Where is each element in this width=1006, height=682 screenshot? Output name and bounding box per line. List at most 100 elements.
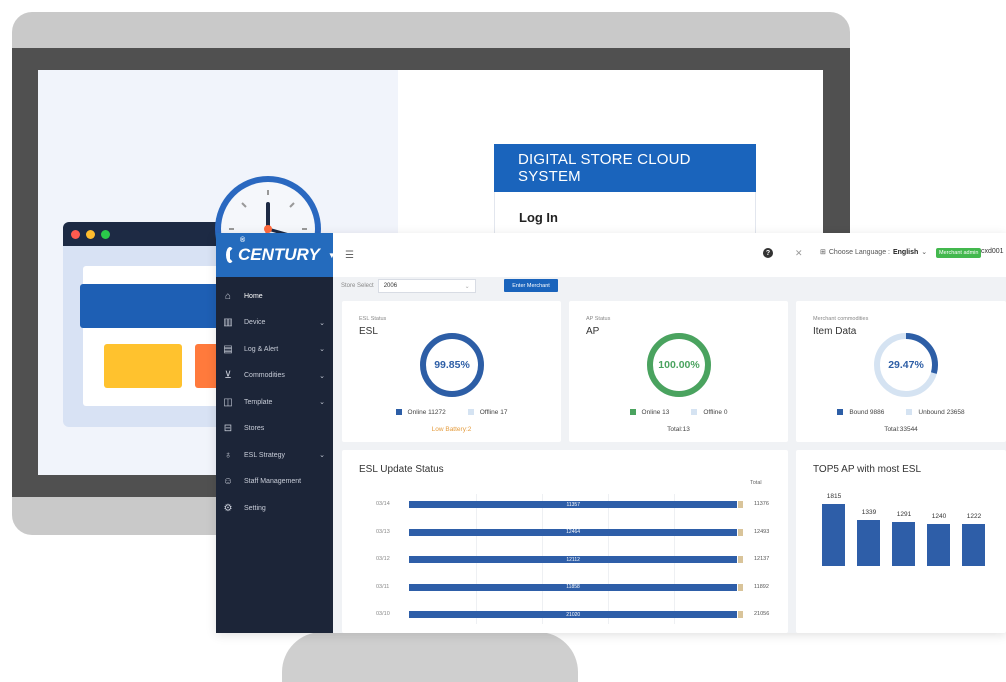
century-logo-icon xyxy=(226,247,234,263)
update-bar: 21020 xyxy=(409,611,738,618)
language-icon: ⊞ xyxy=(820,249,826,256)
sidebar-item-label: Device xyxy=(244,319,266,327)
top5-bar xyxy=(962,524,985,566)
red-dot-icon xyxy=(71,229,80,239)
table-row: 03/12 12112 12137 xyxy=(342,555,788,564)
device-icon: ▥ xyxy=(223,317,233,329)
sidebar-item-device[interactable]: ▥ Device ⌄ xyxy=(216,310,333,337)
role-badge: Merchant admin xyxy=(936,248,982,258)
legend-online: Online 13 xyxy=(629,409,669,416)
legend-online: Online 11272 xyxy=(395,409,446,416)
sidebar-item-label: Home xyxy=(244,292,263,300)
update-total: 11376 xyxy=(754,501,769,507)
store-icon: ⊟ xyxy=(223,423,233,435)
template-icon: ◫ xyxy=(223,396,233,408)
close-icon[interactable]: ✕ xyxy=(795,248,803,259)
store-select-dropdown[interactable]: 2006 ⌄ xyxy=(377,279,476,293)
chevron-down-icon: ⌄ xyxy=(319,372,325,380)
sidebar-item-commodities[interactable]: ⊻ Commodities ⌄ xyxy=(216,363,333,390)
chevron-down-icon: ⌄ xyxy=(319,346,325,354)
table-row: 03/10 21020 21056 xyxy=(342,610,788,619)
card-title: AP xyxy=(586,326,600,337)
legend-online: Bound 9886 xyxy=(837,409,884,416)
monitor-base xyxy=(282,632,578,682)
esl-update-total-header: Total xyxy=(750,480,762,486)
card-footnote: Total:13 xyxy=(667,426,690,433)
sidebar-item-home[interactable]: ⌂ Home xyxy=(216,283,333,310)
card-title: ESL xyxy=(359,326,378,337)
sidebar-item-label: Template xyxy=(244,398,273,406)
legend-swatch xyxy=(691,409,698,415)
legend-offline: Offline 17 xyxy=(467,409,507,416)
top5-value-label: 1339 xyxy=(861,509,877,517)
card-subtitle: Merchant commodities xyxy=(813,316,869,322)
username[interactable]: cxd001 xyxy=(981,248,1004,255)
update-bar: 12112 xyxy=(409,556,738,563)
update-date: 03/11 xyxy=(376,583,390,590)
sidebar-item-label: Log & Alert xyxy=(244,345,279,353)
browser-titlebar xyxy=(63,222,223,246)
dashboard-window: ® CENTURY ▼ ⌂ Home ▥ Device ⌄ ▤ Log & Alert ⌄… xyxy=(216,233,1006,633)
store-select: Store Select 2006 ⌄ xyxy=(341,279,476,293)
top5-ap-card: TOP5 AP with most ESL 1815 1339 1291 1240 12… xyxy=(796,450,1006,633)
sidebar-item-label: Staff Management xyxy=(244,478,302,486)
chevron-down-icon: ⌄ xyxy=(319,452,325,460)
help-icon[interactable]: ? xyxy=(763,248,773,258)
hero-scene: DIGITAL STORE CLOUD SYSTEM Log In ® CENT… xyxy=(0,0,1006,682)
esl-status-card: ESL Status ESL 99.85% Online 11272 Offline 1… xyxy=(342,301,561,442)
chevron-down-icon: ⌄ xyxy=(464,283,470,290)
legend-swatch xyxy=(906,409,913,415)
store-select-value: 2006 xyxy=(383,283,398,289)
cart-icon: ⊻ xyxy=(224,370,232,382)
update-bar-remainder xyxy=(738,556,743,563)
sidebar-item-staff-management[interactable]: ☺ Staff Management xyxy=(216,469,333,496)
ring-percent: 99.85% xyxy=(434,359,470,371)
log-icon: ▤ xyxy=(223,343,233,355)
top5-value-label: 1222 xyxy=(966,513,982,521)
legend-swatch xyxy=(395,409,402,415)
chevron-down-icon: ⌄ xyxy=(319,319,325,327)
language-label: Choose Language : xyxy=(828,248,890,256)
legend-offline: Offline 0 xyxy=(691,409,727,416)
chevron-down-icon: ⌄ xyxy=(319,399,325,407)
item-data-card: Merchant commodities Item Data 29.47% Bound… xyxy=(796,301,1006,442)
illustration-block-blue xyxy=(80,284,230,328)
language-value: English xyxy=(892,248,919,256)
yellow-dot-icon xyxy=(86,229,95,239)
top5-value-label: 1240 xyxy=(931,512,947,520)
top-bar: ☰ ? ✕ ⊞ Choose Language : English ⌄ Merc… xyxy=(333,233,1006,277)
brand-logo[interactable]: ® CENTURY ▼ xyxy=(216,233,336,277)
top5-value-label: 1291 xyxy=(896,510,912,518)
registered-mark: ® xyxy=(240,237,246,244)
update-date: 03/12 xyxy=(376,556,390,562)
sidebar-item-label: Stores xyxy=(244,425,265,433)
legend: Bound 9886 Unbound 23658 xyxy=(796,409,1006,416)
card-title: Item Data xyxy=(813,326,857,337)
illustration-block-yellow xyxy=(104,344,182,388)
sidebar-item-template[interactable]: ◫ Template ⌄ xyxy=(216,389,333,416)
sidebar-item-setting[interactable]: ⚙ Setting xyxy=(216,495,333,522)
top5-bar xyxy=(927,523,950,566)
login-title: Log In xyxy=(519,210,558,225)
sidebar-item-stores[interactable]: ⊟ Stores xyxy=(216,416,333,443)
legend-offline: Unbound 23658 xyxy=(906,409,965,416)
sidebar-item-log-alert[interactable]: ▤ Log & Alert ⌄ xyxy=(216,336,333,363)
sidebar-nav: ⌂ Home ▥ Device ⌄ ▤ Log & Alert ⌄ ⊻ Commoditie… xyxy=(216,283,333,522)
system-title: DIGITAL STORE CLOUD SYSTEM xyxy=(494,144,756,192)
update-bar-remainder xyxy=(738,611,743,618)
update-bar-remainder xyxy=(738,528,743,536)
sidebar-item-esl-strategy[interactable]: ♁ ESL Strategy ⌄ xyxy=(216,442,333,469)
legend: Online 13 Offline 0 xyxy=(569,409,788,416)
update-bar: 12464 xyxy=(409,528,738,536)
update-total: 11892 xyxy=(754,583,769,590)
enter-merchant-button[interactable]: Enter Merchant xyxy=(504,279,558,292)
top5-bar xyxy=(822,504,845,566)
bulb-icon: ♁ xyxy=(224,449,232,461)
menu-icon[interactable]: ☰ xyxy=(345,250,354,261)
legend-swatch xyxy=(467,409,474,415)
language-selector[interactable]: ⊞ Choose Language : English ⌄ xyxy=(820,248,927,257)
update-bar-remainder xyxy=(738,501,743,508)
update-bar: 11858 xyxy=(409,583,738,591)
card-footnote: Low Battery:2 xyxy=(431,426,472,433)
legend: Online 11272 Offline 17 xyxy=(342,409,561,416)
